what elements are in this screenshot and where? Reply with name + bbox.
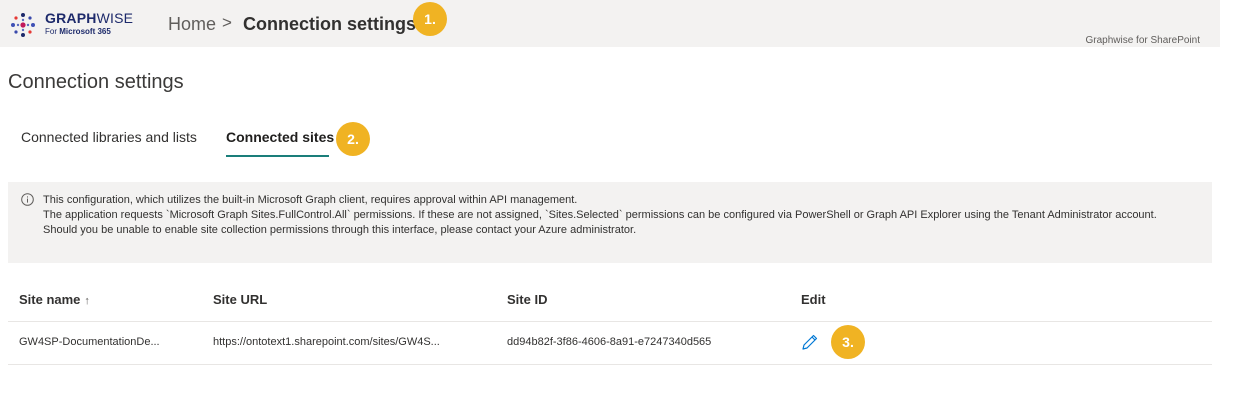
selected-tab-indicator bbox=[226, 155, 329, 157]
breadcrumb-current: Connection settings bbox=[243, 14, 417, 34]
column-header-site-name[interactable]: Site name ↑ bbox=[19, 292, 90, 307]
step-badge-3: 3. bbox=[831, 325, 865, 359]
cell-site-url: https://ontotext1.sharepoint.com/sites/G… bbox=[213, 336, 440, 348]
cell-site-id: dd94b82f-3f86-4606-8a91-e7247340d565 bbox=[507, 336, 712, 348]
column-header-site-url[interactable]: Site URL bbox=[213, 292, 267, 307]
tab-connected-sites[interactable]: Connected sites bbox=[226, 129, 334, 145]
info-line-3: Should you be unable to enable site coll… bbox=[43, 224, 637, 236]
app-name: Graphwise for SharePoint bbox=[1085, 35, 1200, 46]
connected-sites-table: Site name ↑ Site URL Site ID Edit GW4SP-D… bbox=[8, 281, 1212, 365]
logo-subtitle: For Microsoft 365 bbox=[45, 27, 111, 36]
graphwise-logo-icon bbox=[11, 13, 35, 37]
column-header-site-id[interactable]: Site ID bbox=[507, 292, 547, 307]
tab-connected-libraries[interactable]: Connected libraries and lists bbox=[21, 129, 197, 145]
breadcrumb-separator-icon: > bbox=[222, 13, 232, 32]
breadcrumb-home[interactable]: Home bbox=[168, 14, 216, 35]
cell-site-name: GW4SP-DocumentationDe... bbox=[19, 336, 160, 348]
page-title: Connection settings bbox=[8, 71, 184, 93]
table-row: GW4SP-DocumentationDe... https://ontotex… bbox=[8, 322, 1212, 365]
sort-ascending-icon: ↑ bbox=[84, 295, 90, 307]
info-icon bbox=[21, 193, 34, 206]
top-bar: GRAPHWISE For Microsoft 365 Home > Conne… bbox=[0, 0, 1220, 47]
column-header-edit: Edit bbox=[801, 292, 826, 307]
logo-title: GRAPHWISE bbox=[45, 10, 134, 26]
info-line-2: The application requests `Microsoft Grap… bbox=[43, 209, 1157, 221]
info-message-text: This configuration, which utilizes the b… bbox=[43, 193, 1203, 238]
table-header: Site name ↑ Site URL Site ID Edit bbox=[8, 281, 1212, 322]
info-line-1: This configuration, which utilizes the b… bbox=[43, 194, 578, 206]
step-badge-2: 2. bbox=[336, 122, 370, 156]
step-badge-1: 1. bbox=[413, 2, 447, 36]
info-message-bar: This configuration, which utilizes the b… bbox=[8, 182, 1212, 263]
graphwise-logo[interactable]: GRAPHWISE For Microsoft 365 bbox=[8, 7, 148, 39]
pencil-icon[interactable] bbox=[800, 332, 820, 352]
